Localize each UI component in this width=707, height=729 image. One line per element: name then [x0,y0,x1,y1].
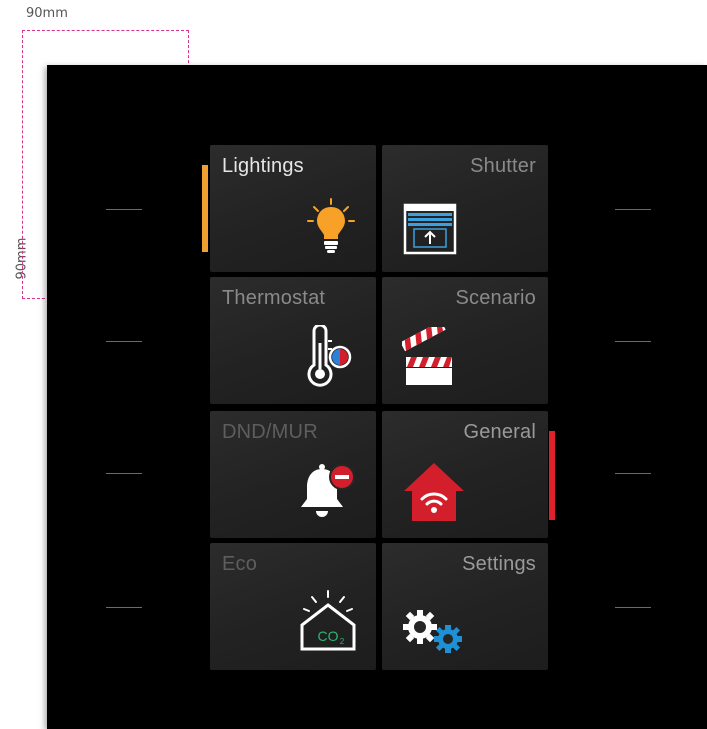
side-marker-right-4 [615,607,651,608]
tile-eco[interactable]: Eco CO 2 [210,543,376,670]
svg-text:CO: CO [318,628,339,644]
side-marker-right-2 [615,341,651,342]
tile-eco-label: Eco [222,553,258,575]
tile-lightings[interactable]: Lightings [210,145,376,272]
tile-thermostat[interactable]: Thermostat [210,277,376,404]
tile-lightings-label: Lightings [222,155,304,177]
tile-settings-label: Settings [462,553,536,575]
tile-general-label: General [463,421,536,443]
shutter-icon [402,201,458,262]
side-marker-left-2 [106,341,142,342]
thermometer-icon [302,323,356,394]
tile-dnd-mur[interactable]: DND/MUR [210,411,376,538]
side-marker-left-1 [106,209,142,210]
bell-dnd-icon [296,459,358,528]
tile-scenario-label: Scenario [455,287,536,309]
tile-thermostat-label: Thermostat [222,287,326,309]
clapperboard-icon [400,320,456,392]
home-wifi-icon [402,461,466,528]
tile-scenario[interactable]: Scenario [382,277,548,404]
tile-dnd-mur-label: DND/MUR [222,421,318,443]
svg-text:2: 2 [340,637,345,646]
light-bulb-icon [306,197,356,262]
tile-settings[interactable]: Settings [382,543,548,670]
general-active-indicator [549,431,555,520]
touch-panel: Lightings Shutter Thermostat Scenario DN… [47,65,707,729]
settings-gears-icon [402,609,468,662]
lightings-active-indicator [202,165,208,252]
side-marker-right-3 [615,473,651,474]
tile-shutter[interactable]: Shutter [382,145,548,272]
tile-shutter-label: Shutter [470,155,536,177]
eco-co2-icon: CO 2 [298,589,358,658]
side-marker-left-4 [106,607,142,608]
tile-general[interactable]: General [382,411,548,538]
side-marker-right-1 [615,209,651,210]
side-marker-left-3 [106,473,142,474]
width-dimension-label: 90mm [26,6,68,21]
